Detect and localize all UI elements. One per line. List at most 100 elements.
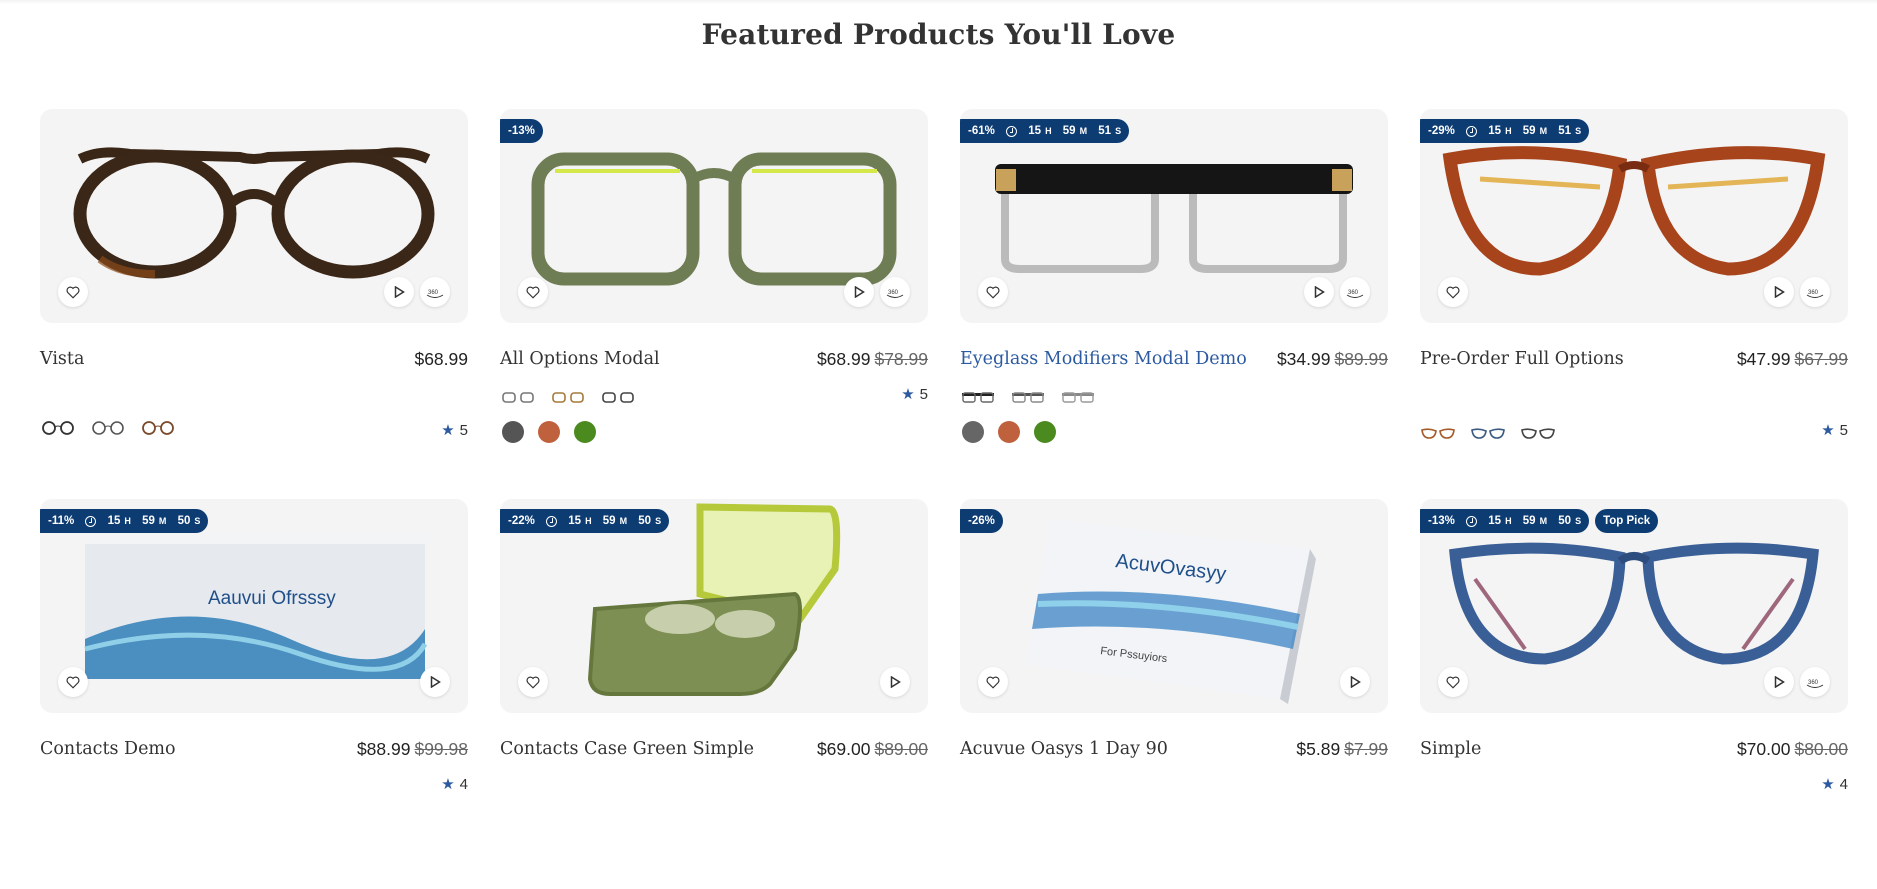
360-view-icon[interactable]: 360 [1800,277,1830,307]
product-image[interactable]: -29% 15 H 59 M 51 S 360 [1420,109,1848,323]
heart-icon[interactable] [978,277,1008,307]
product-image[interactable]: Aauvui Ofrsssy -11% 15 H 59 M 50 S [40,499,468,713]
variant-thumb[interactable] [550,389,586,405]
product-price: $47.99 $67.99 [1736,348,1848,369]
svg-text:360: 360 [428,290,439,296]
star-icon: ★ [901,386,915,403]
play-icon[interactable] [1304,277,1334,307]
variant-thumbnails [960,389,1096,405]
product-image[interactable]: 360 [40,109,468,323]
product-name[interactable]: Simple [1420,739,1481,759]
variant-thumb[interactable] [500,389,536,405]
variant-thumb[interactable] [90,419,126,435]
product-card[interactable]: AcuvOvasyy For Pssuyiors -26% Acuvue Oas… [960,499,1388,889]
heart-icon[interactable] [978,667,1008,697]
heart-icon[interactable] [1438,277,1468,307]
variant-thumb[interactable] [600,389,636,405]
heart-icon[interactable] [518,277,548,307]
play-icon[interactable] [844,277,874,307]
product-card[interactable]: -29% 15 H 59 M 51 S 360 Pre-Order Full Opti… [1420,109,1848,499]
discount-badge: -26% [960,509,1003,533]
360-view-icon[interactable]: 360 [420,277,450,307]
box-label: Aauvui Ofrsssy [208,588,336,609]
product-card[interactable]: -13% 15 H 59 M 50 S Top Pick 360 Simple $70… [1420,499,1848,889]
product-price: $34.99 $89.99 [1276,348,1388,369]
variant-thumb[interactable] [140,419,176,435]
heart-icon[interactable] [1438,667,1468,697]
product-image[interactable]: -61% 15 H 59 M 51 S 360 [960,109,1388,323]
product-name[interactable]: Contacts Case Green Simple [500,739,754,759]
color-swatches [962,421,1056,443]
clock-icon [1466,515,1478,527]
star-icon: ★ [441,776,455,793]
product-card[interactable]: -22% 15 H 59 M 50 S Contacts Case Green Sim… [500,499,928,889]
variant-thumbnails [40,419,176,435]
color-swatch[interactable] [574,421,596,443]
variant-thumb[interactable] [1420,425,1456,441]
clock-icon [1466,125,1478,137]
product-card[interactable]: Aauvui Ofrsssy -11% 15 H 59 M 50 S Contacts… [40,499,468,889]
product-image[interactable]: AcuvOvasyy For Pssuyiors -26% [960,499,1388,713]
product-rating: ★ 5 [441,421,468,440]
product-rating: ★ 5 [901,385,928,404]
svg-text:360: 360 [888,290,899,296]
play-icon[interactable] [1340,667,1370,697]
clock-icon [85,515,97,527]
discount-timer-badge: -29% 15 H 59 M 51 S [1420,119,1590,143]
heart-icon[interactable] [518,667,548,697]
play-icon[interactable] [420,667,450,697]
section-title: Featured Products You'll Love [701,18,1176,51]
product-image[interactable]: -13% 360 [500,109,928,323]
color-swatch[interactable] [538,421,560,443]
product-name[interactable]: Vista [40,349,84,369]
discount-timer-badge: -13% 15 H 59 M 50 S [1420,509,1590,533]
variant-thumbnails [1420,425,1556,441]
color-swatches [502,421,596,443]
product-rating: ★ 5 [1821,421,1848,440]
color-swatch[interactable] [998,421,1020,443]
product-price: $5.89 $7.99 [1296,738,1388,759]
clock-icon [1006,125,1018,137]
color-swatch[interactable] [502,421,524,443]
svg-text:360: 360 [1808,680,1819,686]
product-price: $69.00 $89.00 [816,738,928,759]
discount-timer-badge: -11% 15 H 59 M 50 S [40,509,209,533]
product-price: $68.99 $78.99 [816,348,928,369]
variant-thumb[interactable] [40,419,76,435]
product-card[interactable]: -13% 360 All Options Modal $68.99 $78.99 … [500,109,928,499]
product-card[interactable]: -61% 15 H 59 M 51 S 360 Eyeglass Modifiers … [960,109,1388,499]
star-icon: ★ [1821,776,1835,793]
svg-text:360: 360 [1808,290,1819,296]
product-name[interactable]: Acuvue Oasys 1 Day 90 [960,739,1168,759]
variant-thumb[interactable] [1470,425,1506,441]
heart-icon[interactable] [58,277,88,307]
play-icon[interactable] [880,667,910,697]
variant-thumb[interactable] [1010,389,1046,405]
variant-thumb[interactable] [960,389,996,405]
discount-timer-badge: -22% 15 H 59 M 50 S [500,509,670,533]
product-name[interactable]: Contacts Demo [40,739,176,759]
product-name[interactable]: Pre-Order Full Options [1420,349,1624,369]
product-grid: 360 Vista $68.99 ★ 5 -13% 360 All Option… [40,109,1850,889]
play-icon[interactable] [384,277,414,307]
360-view-icon[interactable]: 360 [1800,667,1830,697]
product-card[interactable]: 360 Vista $68.99 ★ 5 [40,109,468,499]
product-image[interactable]: -22% 15 H 59 M 50 S [500,499,928,713]
clock-icon [546,515,558,527]
heart-icon[interactable] [58,667,88,697]
product-name-link[interactable]: Eyeglass Modifiers Modal Demo [960,349,1247,369]
variant-thumb[interactable] [1060,389,1096,405]
360-view-icon[interactable]: 360 [1340,277,1370,307]
discount-timer-badge: -61% 15 H 59 M 51 S [960,119,1130,143]
play-icon[interactable] [1764,277,1794,307]
play-icon[interactable] [1764,667,1794,697]
product-name[interactable]: All Options Modal [500,349,660,369]
variant-thumb[interactable] [1520,425,1556,441]
color-swatch[interactable] [962,421,984,443]
360-view-icon[interactable]: 360 [880,277,910,307]
color-swatch[interactable] [1034,421,1056,443]
product-image[interactable]: -13% 15 H 59 M 50 S Top Pick 360 [1420,499,1848,713]
product-rating: ★ 4 [441,775,468,794]
product-price: $68.99 [414,348,468,369]
product-rating: ★ 4 [1821,775,1848,794]
